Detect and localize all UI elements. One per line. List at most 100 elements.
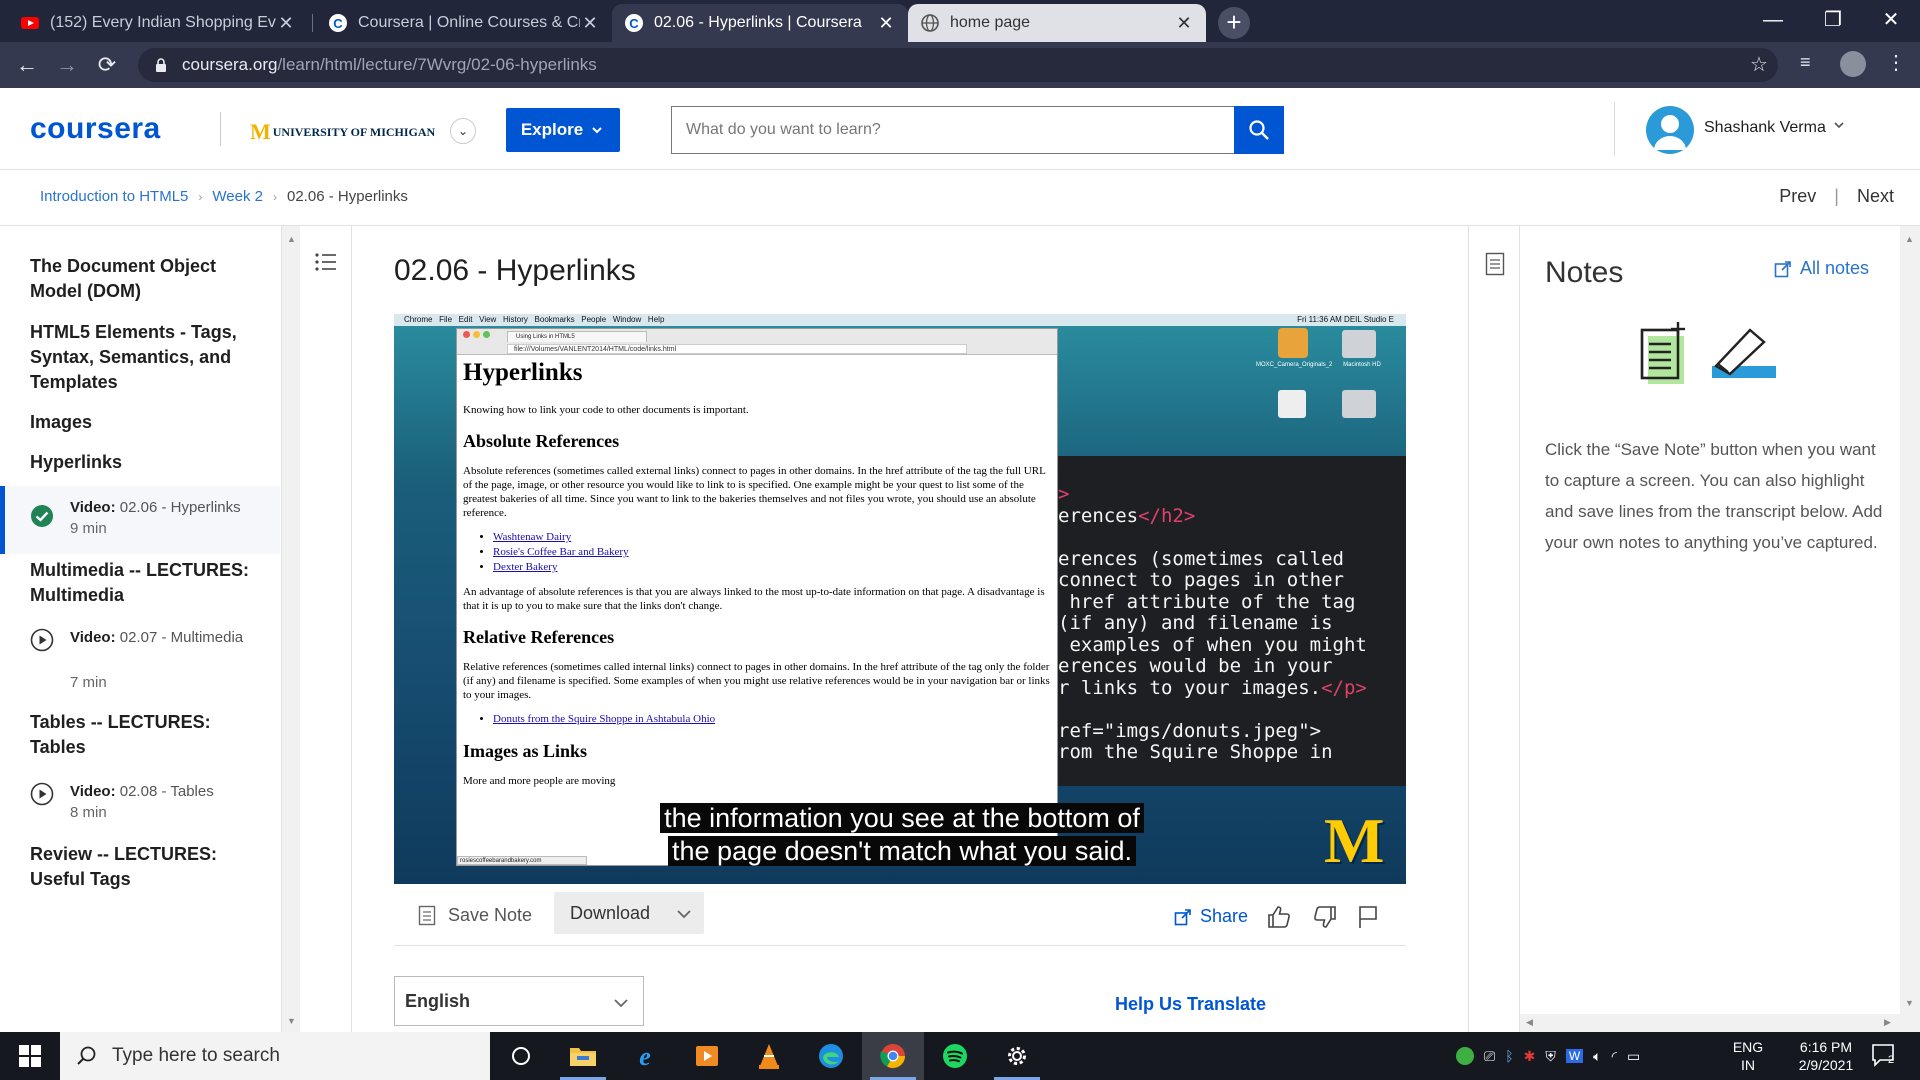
video-player[interactable]: Chrome File Edit View History Bookmarks … xyxy=(394,314,1406,884)
close-tab-icon[interactable]: ✕ xyxy=(1174,13,1194,34)
word-icon[interactable]: W xyxy=(1565,1049,1584,1063)
page-scrollbar[interactable]: ▲ ▼ xyxy=(1900,226,1920,1032)
task-view-button[interactable] xyxy=(490,1032,552,1080)
sidebar-section-multimedia[interactable]: Multimedia -- LECTURES: Multimedia xyxy=(30,558,270,608)
scroll-up-icon[interactable]: ▲ xyxy=(1905,234,1914,244)
all-notes-link[interactable]: All notes xyxy=(1774,258,1869,279)
breadcrumb-course[interactable]: Introduction to HTML5 xyxy=(40,188,188,205)
taskbar-clock[interactable]: 6:16 PM 2/9/2021 xyxy=(1780,1038,1872,1074)
sidebar-scrollbar[interactable]: ▲ ▼ xyxy=(282,226,300,1032)
download-dropdown[interactable]: Download xyxy=(554,892,704,934)
notification-count: 2 xyxy=(1888,1054,1895,1066)
explore-button[interactable]: Explore xyxy=(506,108,620,152)
volume-icon[interactable]: 🔈︎ xyxy=(1593,1048,1601,1065)
code-line: (if any) and filename is xyxy=(1058,612,1367,635)
coursera-logo[interactable]: coursera xyxy=(30,112,161,146)
search-button[interactable] xyxy=(1234,106,1284,154)
notification-center-button[interactable]: 2 xyxy=(1870,1042,1910,1072)
new-tab-button[interactable]: + xyxy=(1218,7,1250,39)
scroll-down-icon[interactable]: ▼ xyxy=(287,1016,296,1026)
browser-tab-hyperlinks[interactable]: C 02.06 - Hyperlinks | Coursera ✕ xyxy=(612,4,908,42)
video-mac-menubar: Chrome File Edit View History Bookmarks … xyxy=(394,314,1406,326)
note-add-icon xyxy=(1640,322,1685,384)
shield-icon[interactable]: ⛨ xyxy=(1545,1048,1556,1065)
svg-text:C: C xyxy=(333,16,343,31)
partner-logo[interactable]: M UNIVERSITY OF MICHIGAN xyxy=(250,119,435,145)
help-us-translate-link[interactable]: Help Us Translate xyxy=(1115,994,1266,1015)
partner-dropdown-chevron-icon[interactable]: ⌄ xyxy=(450,118,476,144)
transcript-language-select[interactable]: English xyxy=(394,976,644,1026)
next-link[interactable]: Next xyxy=(1857,186,1894,207)
breadcrumb-week[interactable]: Week 2 xyxy=(212,188,263,205)
folder-icon xyxy=(570,1048,596,1066)
taskbar-file-explorer[interactable] xyxy=(552,1032,614,1080)
taskbar-chrome[interactable] xyxy=(862,1032,924,1080)
prev-link[interactable]: Prev xyxy=(1779,186,1816,207)
search-icon xyxy=(77,1046,96,1065)
close-tab-icon[interactable]: ✕ xyxy=(876,13,896,34)
scroll-down-icon[interactable]: ▼ xyxy=(1905,998,1914,1008)
sidebar-section-tables[interactable]: Tables -- LECTURES: Tables xyxy=(30,710,270,760)
back-button[interactable]: ← xyxy=(12,50,42,80)
windows-logo-icon xyxy=(19,1045,41,1067)
thumbs-down-icon[interactable] xyxy=(1312,904,1338,930)
svg-text:e: e xyxy=(639,1042,651,1070)
browser-menu-icon[interactable]: ⋮ xyxy=(1886,50,1906,75)
close-window-button[interactable]: ✕ xyxy=(1862,0,1920,40)
taskbar-media-player[interactable] xyxy=(676,1032,738,1080)
taskbar-search-box[interactable]: Type here to search xyxy=(60,1032,490,1080)
address-bar[interactable]: coursera.org/learn/html/lecture/7Wvrg/02… xyxy=(138,48,1778,82)
sidebar-section-review[interactable]: Review -- LECTURES: Useful Tags xyxy=(30,842,270,892)
thumbs-up-icon[interactable] xyxy=(1266,904,1292,930)
video-page-content: Hyperlinks Knowing how to link your code… xyxy=(463,359,1051,798)
close-tab-icon[interactable]: ✕ xyxy=(276,13,296,34)
flag-icon[interactable] xyxy=(1356,904,1380,930)
input-language-indicator[interactable]: ENG IN xyxy=(1730,1038,1766,1074)
taskbar-spotify[interactable] xyxy=(924,1032,986,1080)
battery-icon[interactable]: ▭ xyxy=(1627,1048,1640,1065)
share-button[interactable]: Share xyxy=(1174,906,1248,927)
video-browser-window: Using Links in HTML5 file:///Volumes/VAN… xyxy=(456,328,1058,866)
wifi-icon[interactable]: ◜ xyxy=(1612,1048,1617,1065)
security-check-icon[interactable] xyxy=(1456,1047,1474,1065)
list-outline-icon[interactable] xyxy=(314,250,338,274)
taskbar-edge[interactable] xyxy=(800,1032,862,1080)
scroll-right-icon[interactable]: ▶ xyxy=(1884,1017,1891,1028)
camera-icon[interactable]: ⎚ xyxy=(1484,1048,1495,1065)
close-tab-icon[interactable]: ✕ xyxy=(580,13,600,34)
sidebar-item-hyperlinks-video[interactable]: Video: 02.06 - Hyperlinks 9 min xyxy=(0,486,280,554)
reload-button[interactable]: ⟳ xyxy=(92,50,122,80)
umich-m-logo: M xyxy=(250,119,271,144)
taskbar-vlc[interactable] xyxy=(738,1032,800,1080)
taskbar-internet-explorer[interactable]: e xyxy=(614,1032,676,1080)
restore-button[interactable]: ❐ xyxy=(1804,0,1862,40)
user-name[interactable]: Shashank Verma xyxy=(1704,119,1826,137)
notes-panel-icon[interactable] xyxy=(1485,252,1505,276)
video-inner-tab: Using Links in HTML5 xyxy=(507,331,647,342)
bookmark-star-icon[interactable]: ☆ xyxy=(1750,52,1768,77)
sidebar-section-dom[interactable]: The Document Object Model (DOM) xyxy=(30,254,270,304)
chevron-down-icon[interactable] xyxy=(1832,118,1846,132)
user-avatar[interactable] xyxy=(1646,106,1694,154)
notes-horizontal-scrollbar[interactable]: ◀ ▶ xyxy=(1520,1014,1900,1032)
media-queue-icon[interactable]: ≡ xyxy=(1800,52,1811,73)
bluetooth-icon[interactable]: ᛒ xyxy=(1505,1048,1513,1064)
browser-tab-coursera-home[interactable]: C Coursera | Online Courses & Credential… xyxy=(316,4,612,42)
scroll-left-icon[interactable]: ◀ xyxy=(1526,1017,1533,1028)
taskbar-settings[interactable] xyxy=(986,1032,1048,1080)
search-input[interactable] xyxy=(671,106,1235,154)
sidebar-item-tables-video[interactable]: Video: 02.08 - Tables 8 min xyxy=(0,778,280,838)
forward-button[interactable]: → xyxy=(52,50,82,80)
sidebar-section-html5-elements[interactable]: HTML5 Elements - Tags, Syntax, Semantics… xyxy=(30,320,270,395)
browser-tab-home-page[interactable]: home page ✕ xyxy=(908,4,1206,42)
antivirus-icon[interactable]: ✱ xyxy=(1524,1048,1536,1065)
scroll-up-icon[interactable]: ▲ xyxy=(287,234,296,244)
sidebar-section-images[interactable]: Images xyxy=(30,410,270,435)
save-note-button[interactable]: Save Note xyxy=(418,904,532,926)
start-button[interactable] xyxy=(0,1032,60,1080)
minimize-button[interactable]: — xyxy=(1744,0,1802,40)
sidebar-item-multimedia-video[interactable]: Video: 02.07 - Multimedia 7 min xyxy=(0,624,280,704)
sidebar-section-hyperlinks[interactable]: Hyperlinks xyxy=(30,450,270,475)
profile-avatar-icon[interactable] xyxy=(1840,51,1866,77)
browser-tab-youtube[interactable]: (152) Every Indian Shopping Ever ✕ xyxy=(8,4,308,42)
